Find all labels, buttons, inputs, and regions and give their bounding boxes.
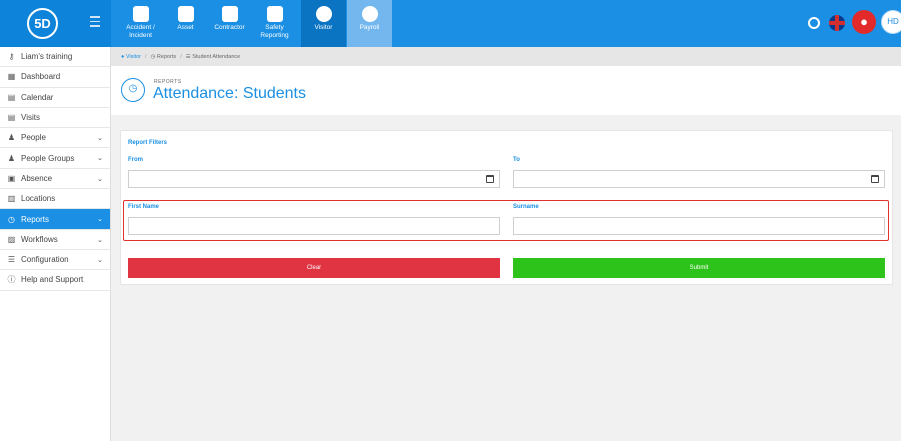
page-header: ◷ REPORTS Attendance: Students	[111, 66, 901, 115]
sidebar-item-visits[interactable]: ▤ Visits	[0, 108, 110, 129]
module-visitor[interactable]: Visitor	[301, 0, 346, 47]
calendar-icon[interactable]	[486, 175, 494, 183]
sidebar: ⚷ Liam's training ▦ Dashboard ▤ Calendar…	[0, 47, 111, 441]
module-safety-reporting[interactable]: Safety Reporting	[252, 0, 297, 47]
list-icon: ☰	[185, 53, 191, 60]
sidebar-item-label: Visits	[21, 113, 40, 123]
sidebar-item-people[interactable]: ♟ People ⌄	[0, 128, 110, 149]
chevron-down-icon: ⌄	[97, 236, 103, 244]
to-date-input[interactable]	[513, 170, 885, 188]
sidebar-item-label: People Groups	[21, 153, 75, 163]
coins-icon	[361, 6, 378, 22]
breadcrumb-visitor[interactable]: ● Visitor	[121, 54, 141, 60]
surname-label: Surname	[513, 204, 539, 210]
menu-toggle-icon[interactable]	[90, 16, 100, 30]
to-label: To	[513, 157, 520, 163]
language-flag-icon[interactable]	[829, 15, 845, 31]
first-name-input[interactable]	[128, 217, 500, 235]
sidebar-item-label: Workflows	[21, 234, 58, 244]
sidebar-item-help[interactable]: ⓘ Help and Support	[0, 270, 110, 291]
from-date-input[interactable]	[128, 170, 500, 188]
module-accident-incident[interactable]: Accident / Incident	[118, 0, 163, 47]
sidebar-item-reports[interactable]: ◷ Reports ⌄	[0, 209, 110, 230]
page-title: Attendance: Students	[153, 85, 306, 102]
boxes-icon	[177, 6, 194, 22]
sidebar-item-label: Configuration	[21, 255, 69, 265]
blood-drop-icon[interactable]: ●	[852, 10, 876, 34]
sidebar-item-label: People	[21, 133, 46, 143]
module-payroll[interactable]: Payroll	[347, 0, 392, 47]
module-asset[interactable]: Asset	[163, 0, 208, 47]
notification-bell-icon[interactable]	[808, 17, 820, 29]
from-label: From	[128, 157, 143, 163]
grid-icon: ▦	[7, 72, 16, 82]
brand-area: 5D	[0, 0, 111, 47]
chevron-down-icon: ⌄	[97, 135, 103, 143]
chevron-down-icon: ⌄	[97, 216, 103, 224]
sidebar-item-label: Dashboard	[21, 72, 61, 82]
people-icon: ♟	[7, 133, 16, 143]
calendar-icon: ▤	[7, 92, 16, 102]
configuration-icon: ☰	[7, 255, 16, 265]
sidebar-item-label: Reports	[21, 214, 50, 224]
report-filters-heading: Report Filters	[128, 140, 168, 146]
clock-icon: ◷	[8, 214, 15, 224]
breadcrumb-separator: /	[145, 53, 147, 60]
first-aid-icon	[132, 6, 149, 22]
building-icon: ▥	[7, 194, 16, 204]
sidebar-item-people-groups[interactable]: ♟ People Groups ⌄	[0, 148, 110, 169]
sidebar-item-calendar[interactable]: ▤ Calendar	[0, 88, 110, 108]
chevron-down-icon: ⌄	[97, 175, 103, 183]
breadcrumb-student-attendance: ☰ Student Attendance	[185, 53, 241, 60]
sidebar-item-label: Calendar	[21, 92, 54, 102]
first-name-label: First Name	[128, 204, 160, 210]
clock-icon: ◷	[150, 53, 156, 60]
breadcrumb: ● Visitor / ◷ Reports / ☰ Student Attend…	[111, 47, 901, 66]
workflow-icon: ▨	[7, 234, 16, 244]
surname-input[interactable]	[513, 217, 885, 235]
sidebar-item-dashboard[interactable]: ▦ Dashboard	[0, 67, 110, 88]
app-logo[interactable]: 5D	[27, 8, 58, 39]
sidebar-item-label: Absence	[21, 173, 53, 183]
chevron-down-icon: ⌄	[97, 155, 103, 163]
calendar-icon[interactable]	[871, 175, 879, 183]
calendar-check-icon: ▤	[7, 113, 16, 123]
help-icon: ⓘ	[7, 275, 16, 285]
sidebar-item-configuration[interactable]: ☰ Configuration ⌄	[0, 250, 110, 271]
sidebar-item-training[interactable]: ⚷ Liam's training	[0, 47, 110, 68]
module-contractor[interactable]: Contractor	[207, 0, 252, 47]
breadcrumb-reports[interactable]: ◷ Reports	[151, 54, 177, 60]
sidebar-item-label: Help and Support	[21, 275, 84, 285]
report-filters-card: Report Filters From To First Name Surnam…	[120, 130, 893, 285]
chevron-down-icon: ⌄	[97, 256, 103, 264]
user-icon: ●	[121, 53, 125, 60]
absence-icon: ▣	[7, 173, 16, 183]
user-icon	[315, 6, 332, 22]
sidebar-item-workflows[interactable]: ▨ Workflows ⌄	[0, 230, 110, 250]
sidebar-item-absence[interactable]: ▣ Absence ⌄	[0, 169, 110, 190]
key-icon: ⚷	[8, 52, 15, 62]
top-navigation-bar: 5D Accident / Incident Asset Contractor …	[0, 0, 901, 47]
submit-button[interactable]: Submit	[513, 258, 885, 278]
sidebar-item-label: Liam's training	[21, 52, 73, 62]
breadcrumb-separator: /	[180, 53, 182, 60]
clock-icon: ◷	[121, 78, 145, 102]
sidebar-item-locations[interactable]: ▥ Locations	[0, 189, 110, 210]
sidebar-item-label: Locations	[21, 194, 56, 204]
safety-report-icon	[266, 6, 283, 22]
user-avatar[interactable]: HD	[881, 10, 901, 34]
people-group-icon: ♟	[7, 153, 16, 163]
hard-hat-icon	[221, 6, 238, 22]
clear-button[interactable]: Clear	[128, 258, 500, 278]
